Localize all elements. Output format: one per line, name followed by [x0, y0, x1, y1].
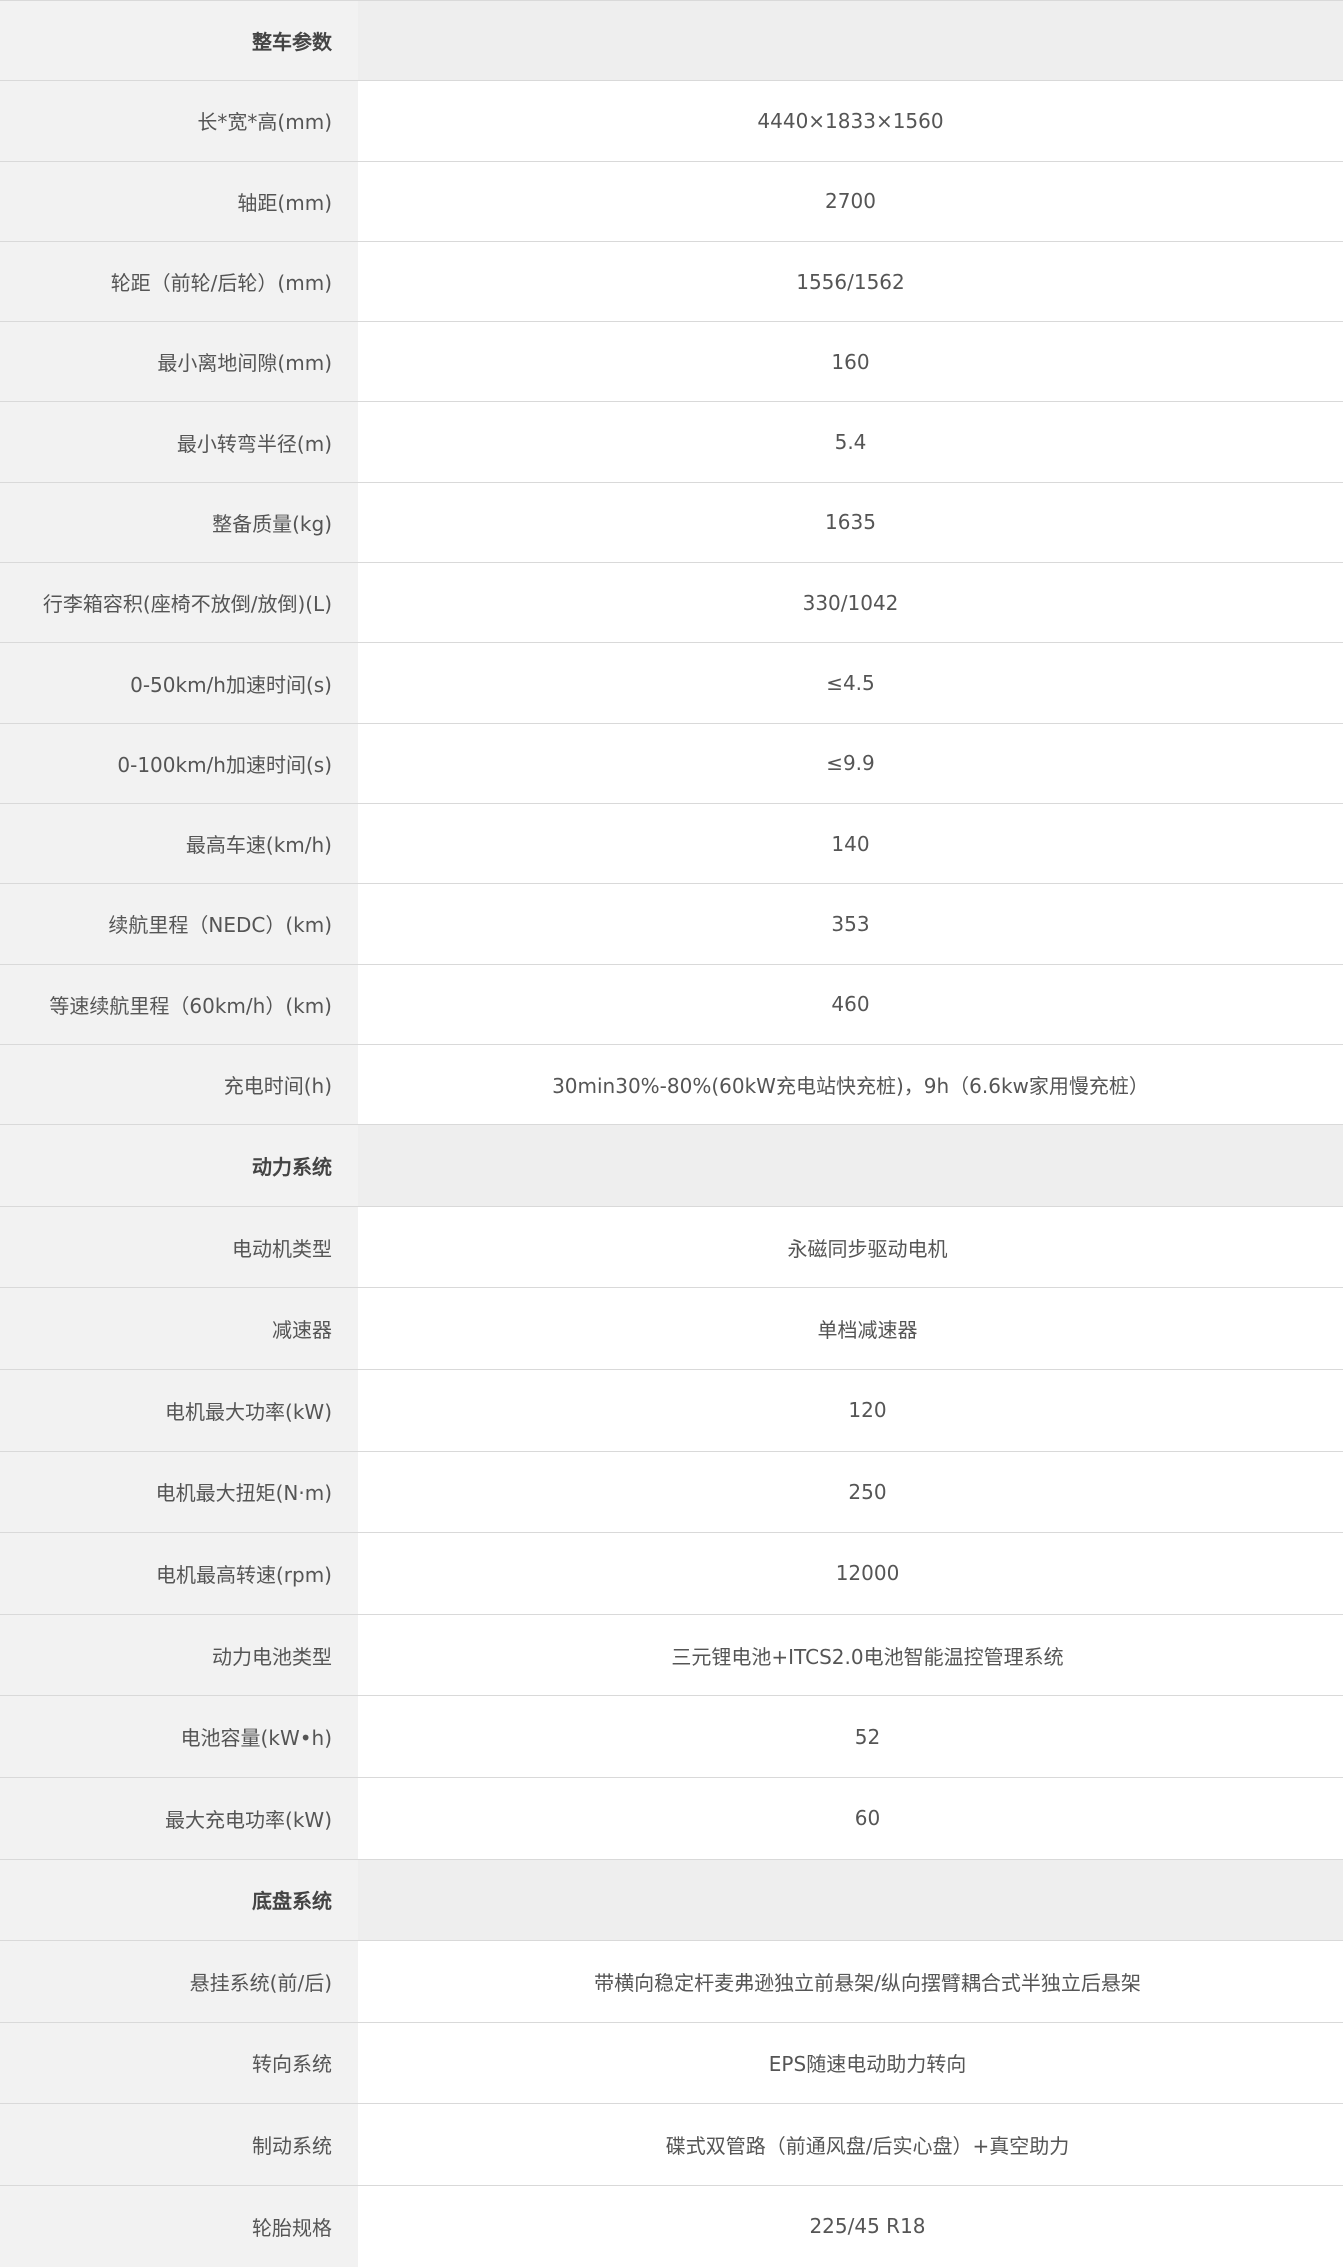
spec-value: EPS随速电动助力转向 — [358, 2022, 1343, 2103]
spec-label: 电池容量(kW•h) — [0, 1696, 358, 1777]
section-chassis: 底盘系统 悬挂系统(前/后) 带横向稳定杆麦弗逊独立前悬架/纵向摆臂耦合式半独立后… — [0, 1859, 1343, 2267]
spec-value: 52 — [358, 1696, 1343, 1777]
table-row: 行李箱容积(座椅不放倒/放倒)(L) 330/1042 — [0, 563, 1343, 644]
spec-value: 225/45 R18 — [358, 2185, 1343, 2267]
spec-label: 轴距(mm) — [0, 161, 358, 241]
spec-label: 转向系统 — [0, 2022, 358, 2103]
spec-value: 1635 — [358, 482, 1343, 563]
spec-value: 4440×1833×1560 — [358, 81, 1343, 161]
table-row: 减速器 单档减速器 — [0, 1288, 1343, 1370]
spec-value: 30min30%-80%(60kW充电站快充桩)，9h（6.6kw家用慢充桩） — [358, 1044, 1343, 1125]
spec-label: 最小转弯半径(m) — [0, 402, 358, 482]
spec-value: 120 — [358, 1369, 1343, 1451]
table-row: 电机最大功率(kW) 120 — [0, 1369, 1343, 1452]
table-row: 转向系统 EPS随速电动助力转向 — [0, 2022, 1343, 2104]
table-row: 电动机类型 永磁同步驱动电机 — [0, 1206, 1343, 1289]
table-row: 等速续航里程（60km/h）(km) 460 — [0, 964, 1343, 1045]
table-row: 悬挂系统(前/后) 带横向稳定杆麦弗逊独立前悬架/纵向摆臂耦合式半独立后悬架 — [0, 1941, 1343, 2023]
spec-value: 250 — [358, 1451, 1343, 1533]
spec-label: 电动机类型 — [0, 1206, 358, 1288]
table-row: 续航里程（NEDC）(km) 353 — [0, 884, 1343, 965]
spec-value: 带横向稳定杆麦弗逊独立前悬架/纵向摆臂耦合式半独立后悬架 — [358, 1941, 1343, 2022]
table-row: 制动系统 碟式双管路（前通风盘/后实心盘）+真空助力 — [0, 2104, 1343, 2186]
spec-value: 2700 — [358, 161, 1343, 241]
spec-label: 悬挂系统(前/后) — [0, 1941, 358, 2022]
spec-label: 长*宽*高(mm) — [0, 81, 358, 161]
spec-table: 整车参数 长*宽*高(mm) 4440×1833×1560 轴距(mm) 2700 … — [0, 0, 1343, 2267]
spec-label: 行李箱容积(座椅不放倒/放倒)(L) — [0, 563, 358, 643]
spec-label: 续航里程（NEDC）(km) — [0, 884, 358, 964]
spec-label: 0-100km/h加速时间(s) — [0, 723, 358, 803]
spec-label: 最大充电功率(kW) — [0, 1777, 358, 1859]
section-header: 动力系统 — [0, 1125, 1343, 1207]
spec-value: ≤4.5 — [358, 643, 1343, 723]
spec-label: 等速续航里程（60km/h）(km) — [0, 964, 358, 1044]
section-vehicle-params: 整车参数 长*宽*高(mm) 4440×1833×1560 轴距(mm) 2700 … — [0, 1, 1343, 1126]
section-header-blank — [358, 1, 1343, 81]
section-title: 底盘系统 — [0, 1859, 358, 1940]
spec-label: 制动系统 — [0, 2104, 358, 2185]
spec-label: 电机最高转速(rpm) — [0, 1533, 358, 1614]
spec-label: 动力电池类型 — [0, 1614, 358, 1696]
section-title: 动力系统 — [0, 1125, 358, 1206]
spec-value: 460 — [358, 964, 1343, 1044]
spec-label: 整备质量(kg) — [0, 482, 358, 563]
spec-value: 单档减速器 — [358, 1288, 1343, 1369]
table-row: 整备质量(kg) 1635 — [0, 482, 1343, 564]
section-header: 底盘系统 — [0, 1859, 1343, 1941]
spec-label: 充电时间(h) — [0, 1044, 358, 1125]
spec-label: 电机最大扭矩(N·m) — [0, 1451, 358, 1533]
spec-value: 140 — [358, 803, 1343, 884]
table-row: 轮距（前轮/后轮）(mm) 1556/1562 — [0, 241, 1343, 323]
table-row: 轴距(mm) 2700 — [0, 161, 1343, 242]
table-row: 电机最大扭矩(N·m) 250 — [0, 1451, 1343, 1534]
table-row: 长*宽*高(mm) 4440×1833×1560 — [0, 81, 1343, 162]
table-row: 充电时间(h) 30min30%-80%(60kW充电站快充桩)，9h（6.6kw… — [0, 1044, 1343, 1126]
spec-label: 轮胎规格 — [0, 2185, 358, 2267]
spec-value: 1556/1562 — [358, 241, 1343, 322]
spec-value: 三元锂电池+ITCS2.0电池智能温控管理系统 — [358, 1614, 1343, 1696]
spec-label: 最小离地间隙(mm) — [0, 322, 358, 402]
spec-label: 减速器 — [0, 1288, 358, 1369]
table-row: 电机最高转速(rpm) 12000 — [0, 1533, 1343, 1615]
table-row: 电池容量(kW•h) 52 — [0, 1696, 1343, 1778]
spec-value: 330/1042 — [358, 563, 1343, 643]
spec-value: 12000 — [358, 1533, 1343, 1614]
table-row: 最小转弯半径(m) 5.4 — [0, 402, 1343, 483]
table-row: 最小离地间隙(mm) 160 — [0, 322, 1343, 403]
table-row: 最大充电功率(kW) 60 — [0, 1777, 1343, 1860]
table-row: 0-50km/h加速时间(s) ≤4.5 — [0, 643, 1343, 724]
spec-value: 永磁同步驱动电机 — [358, 1206, 1343, 1288]
table-row: 0-100km/h加速时间(s) ≤9.9 — [0, 723, 1343, 804]
table-row: 轮胎规格 225/45 R18 — [0, 2185, 1343, 2267]
spec-label: 电机最大功率(kW) — [0, 1369, 358, 1451]
section-powertrain: 动力系统 电动机类型 永磁同步驱动电机 减速器 单档减速器 电机最大功率(kW) 12… — [0, 1125, 1343, 1860]
table-row: 最高车速(km/h) 140 — [0, 803, 1343, 885]
spec-value: 5.4 — [358, 402, 1343, 482]
spec-value: 160 — [358, 322, 1343, 402]
spec-label: 最高车速(km/h) — [0, 803, 358, 884]
section-header-blank — [358, 1125, 1343, 1206]
section-header: 整车参数 — [0, 1, 1343, 82]
spec-value: 碟式双管路（前通风盘/后实心盘）+真空助力 — [358, 2104, 1343, 2185]
table-row: 动力电池类型 三元锂电池+ITCS2.0电池智能温控管理系统 — [0, 1614, 1343, 1697]
spec-value: 60 — [358, 1777, 1343, 1859]
section-title: 整车参数 — [0, 1, 358, 81]
spec-value: ≤9.9 — [358, 723, 1343, 803]
spec-value: 353 — [358, 884, 1343, 964]
spec-label: 轮距（前轮/后轮）(mm) — [0, 241, 358, 322]
spec-label: 0-50km/h加速时间(s) — [0, 643, 358, 723]
section-header-blank — [358, 1859, 1343, 1940]
